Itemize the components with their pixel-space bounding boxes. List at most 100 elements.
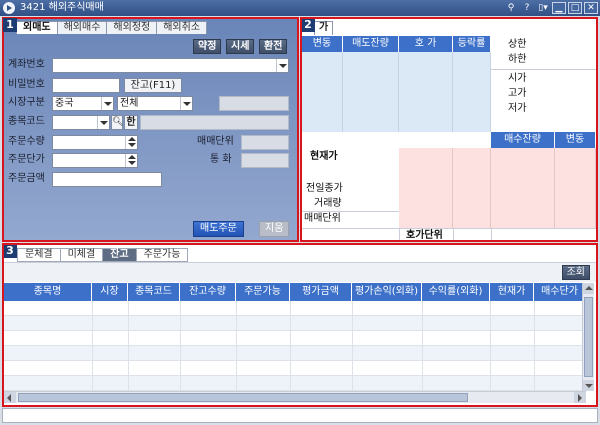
- clear-button[interactable]: 지움: [259, 221, 290, 237]
- col-buy-price: 매수단가: [534, 283, 586, 301]
- pin-icon[interactable]: ⚲: [504, 2, 518, 14]
- scroll-right-icon[interactable]: [574, 392, 586, 403]
- col-valuation: 평가금액: [290, 283, 352, 301]
- prev-close-label: 전일종가: [306, 183, 343, 194]
- order-book-panel: 2 가 변동 매도잔량 호 가 등락률 상한 하한 시가 고가 저가 매수잔량 …: [300, 17, 598, 242]
- account-label: 계좌번호: [8, 59, 45, 70]
- close-button[interactable]: ✕: [584, 2, 598, 14]
- panel-3-badge: 3: [4, 245, 17, 258]
- market-value: 중국: [55, 98, 74, 109]
- tab-orderable[interactable]: 주문가능: [135, 248, 189, 262]
- column-divider: [128, 301, 129, 391]
- password-input[interactable]: [52, 78, 120, 93]
- stock-code-label: 종목코드: [8, 116, 45, 127]
- market-select[interactable]: 중국: [52, 96, 114, 111]
- market-info-field: [219, 96, 289, 111]
- quantity-stepper[interactable]: [52, 135, 138, 150]
- divider: [491, 228, 492, 240]
- price-label: 주문단가: [8, 154, 45, 165]
- horizontal-scrollbar[interactable]: [4, 391, 586, 403]
- price-stepper[interactable]: [52, 153, 138, 168]
- help-icon[interactable]: ?: [520, 2, 534, 14]
- menu-icon[interactable]: ▯▾: [536, 2, 550, 14]
- stock-code-input[interactable]: [52, 115, 110, 130]
- header-change-rate: 등락률: [453, 36, 491, 52]
- ask-rate-column: [453, 52, 491, 132]
- minimize-button[interactable]: ▁: [552, 2, 566, 14]
- chevron-down-icon[interactable]: [97, 116, 109, 129]
- open-price-label: 시가: [508, 73, 527, 84]
- ask-volume-column: [343, 52, 399, 132]
- col-pnl: 평가손익(외화): [352, 283, 422, 301]
- tab-unexecuted[interactable]: 미체결: [59, 248, 104, 262]
- sell-order-button[interactable]: 매도주문: [193, 221, 244, 237]
- divider: [453, 228, 454, 240]
- order-tabs: 외매도 해외매수 해외정정 해외취소: [16, 21, 208, 35]
- tick-unit-label: 호가단위: [406, 230, 443, 241]
- chevron-down-icon[interactable]: [180, 97, 192, 110]
- title-bar: 3421 해외주식매매 ⚲ ? ▯▾ ▁ □ ✕: [0, 0, 600, 16]
- balance-button[interactable]: 약정: [193, 39, 222, 54]
- han-button[interactable]: 한: [124, 115, 138, 130]
- account-select[interactable]: [52, 58, 289, 73]
- maximize-button[interactable]: □: [568, 2, 582, 14]
- app-logo-icon: [3, 2, 15, 14]
- col-balance-qty: 잔고수량: [180, 283, 236, 301]
- tab-overseas-cancel[interactable]: 해외취소: [156, 21, 208, 35]
- header-bid-change: 변동: [555, 132, 596, 148]
- bid-price-column: [399, 148, 453, 228]
- status-bar: [2, 408, 598, 423]
- scroll-thumb[interactable]: [584, 297, 593, 377]
- col-return: 수익률(외화): [422, 283, 490, 301]
- trade-unit-label: 매매단위: [197, 136, 234, 147]
- chevron-down-icon[interactable]: [276, 59, 288, 72]
- low-price-label: 저가: [508, 103, 527, 114]
- order-panel: 1 외매도 해외매수 해외정정 해외취소 약정 시세 환전 계좌번호 비밀번호 …: [2, 17, 299, 242]
- col-market: 시장: [92, 283, 128, 301]
- scroll-left-icon[interactable]: [4, 392, 16, 403]
- column-divider: [180, 301, 181, 391]
- scroll-down-icon[interactable]: [583, 380, 594, 391]
- currency-label: 통 화: [210, 154, 232, 165]
- exchange-button[interactable]: 환전: [259, 39, 288, 54]
- col-orderable: 주문가능: [236, 283, 290, 301]
- upper-limit-label: 상한: [508, 39, 527, 50]
- balance-panel: 3 문체결 미체결 잔고 주문가능 조회 종목명 시장 종목코드 잔고수량 주문…: [2, 243, 598, 407]
- divider: [399, 228, 400, 240]
- column-divider: [422, 301, 423, 391]
- scroll-thumb[interactable]: [18, 393, 468, 402]
- inquire-button[interactable]: 조회: [561, 265, 590, 280]
- balance-lookup-button[interactable]: 잔고(F11): [124, 78, 182, 93]
- col-stock-name: 종목명: [4, 283, 92, 301]
- column-divider: [490, 301, 491, 391]
- column-divider: [352, 301, 353, 391]
- amount-input[interactable]: [52, 172, 162, 187]
- tab-executed[interactable]: 문체결: [17, 248, 61, 262]
- search-icon[interactable]: 🔍︎: [111, 115, 123, 130]
- tab-balance[interactable]: 잔고: [102, 248, 137, 262]
- current-price-label: 현재가: [310, 151, 338, 162]
- spin-arrows-icon[interactable]: [125, 154, 137, 167]
- scope-value: 전체: [120, 98, 139, 109]
- column-divider: [236, 301, 237, 391]
- scroll-up-icon[interactable]: [583, 283, 594, 294]
- tab-overseas-buy[interactable]: 해외매수: [56, 21, 108, 35]
- quote-button[interactable]: 시세: [226, 39, 255, 54]
- vertical-scrollbar[interactable]: [582, 283, 594, 391]
- chevron-down-icon[interactable]: [101, 97, 113, 110]
- lower-limit-label: 하한: [508, 54, 527, 65]
- spin-arrows-icon[interactable]: [125, 136, 137, 149]
- order-form: 약정 시세 환전 계좌번호 비밀번호 잔고(F11) 시장구분 중국 전체 종목…: [4, 34, 297, 240]
- balance-tabs: 문체결 미체결 잔고 주문가능: [17, 248, 189, 262]
- tab-overseas-sell[interactable]: 외매도: [16, 21, 58, 35]
- panel-1-badge: 1: [3, 18, 17, 32]
- window-title: 3421 해외주식매매: [20, 2, 104, 13]
- market-label: 시장구분: [8, 97, 45, 108]
- scope-select[interactable]: 전체: [117, 96, 193, 111]
- quote-tab[interactable]: 가: [314, 21, 334, 35]
- bid-volume-column: [491, 148, 555, 228]
- tab-overseas-modify[interactable]: 해외정정: [106, 21, 158, 35]
- password-label: 비밀번호: [8, 79, 45, 90]
- panel-2-badge: 2: [302, 19, 315, 32]
- column-divider: [534, 301, 535, 391]
